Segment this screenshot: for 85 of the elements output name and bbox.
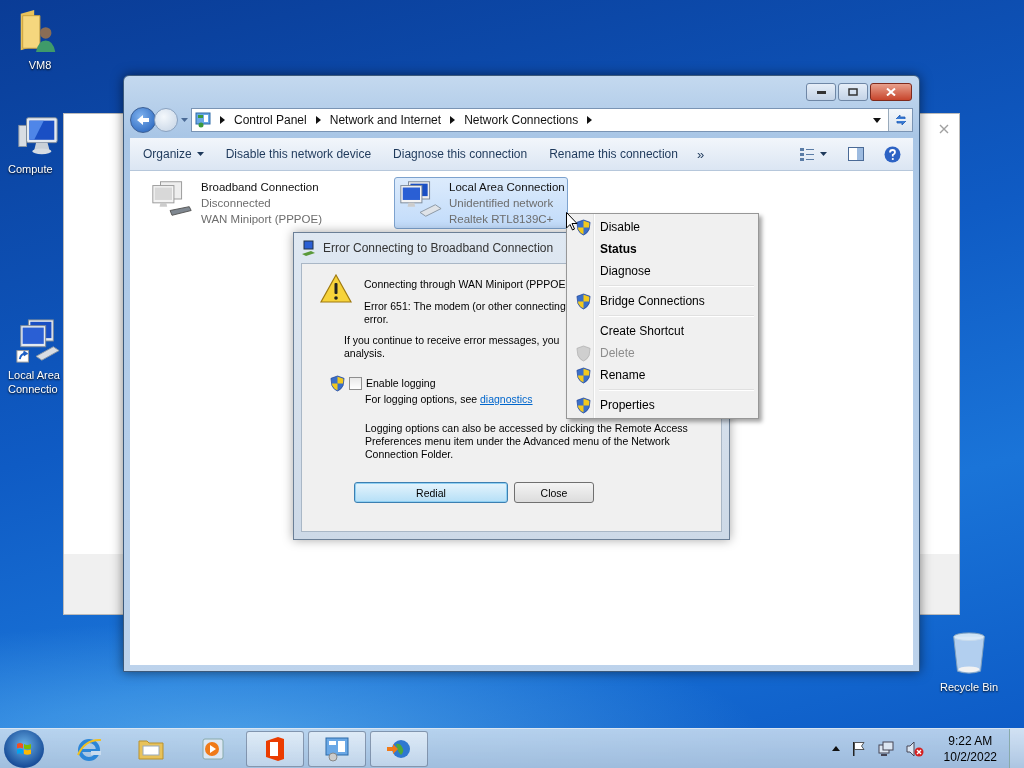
shield-icon <box>330 375 345 392</box>
chevron-right-icon[interactable] <box>450 116 456 124</box>
shield-icon <box>575 366 591 384</box>
shield-icon <box>575 292 591 310</box>
connection-item[interactable]: Broadband Connection Disconnected WAN Miniport (PPPOE) <box>146 177 380 229</box>
connection-device: Realtek RTL8139C+ <box>449 212 555 227</box>
flag-icon[interactable] <box>851 741 866 756</box>
connection-name: Local Area Connection <box>449 180 565 195</box>
breadcrumb[interactable]: Network and Internet <box>329 113 442 127</box>
shield-icon <box>575 396 591 414</box>
more-commands-button[interactable]: » <box>690 141 711 167</box>
view-list-icon <box>800 147 828 161</box>
chevron-right-icon[interactable] <box>220 116 225 124</box>
toolbar-button[interactable]: Diagnose this connection <box>384 141 537 167</box>
desktop-icon-label[interactable]: Local Area <box>8 368 60 382</box>
dropdown-caret-icon[interactable] <box>873 117 881 123</box>
refresh-button[interactable] <box>888 109 912 131</box>
control-panel-icon <box>323 734 351 763</box>
shield-icon <box>575 218 591 236</box>
clock-time[interactable]: 9:22 AM <box>948 732 993 749</box>
menu-item[interactable]: Properties <box>569 394 756 416</box>
close-icon[interactable] <box>939 124 949 134</box>
help-icon <box>884 145 901 163</box>
shield-icon <box>575 344 591 362</box>
chevron-right-icon[interactable] <box>315 116 321 124</box>
menu-item[interactable]: Diagnose <box>569 260 756 282</box>
error-message: Error 651: The modem (or other connecting <box>364 300 566 313</box>
toolbar-button[interactable]: Disable this network device <box>216 141 381 167</box>
dropdown-caret-icon <box>196 152 204 156</box>
connection-item[interactable]: Local Area Connection Unidentified network Realtek RTL8139C+ <box>394 177 568 229</box>
dialog-button[interactable]: Close <box>514 482 594 503</box>
error-message: error. <box>364 313 389 326</box>
network-computers-icon <box>397 179 443 219</box>
dialog-button[interactable]: Redial <box>354 482 508 503</box>
desktop-icon-label[interactable]: VM8 <box>28 58 52 72</box>
advice-text: analysis. <box>344 347 385 360</box>
menu-item[interactable]: Rename <box>569 364 756 386</box>
dialog-message: Connecting through WAN Miniport (PPPOE <box>364 278 566 291</box>
desktop-icon-label[interactable]: Connectio <box>8 382 58 396</box>
address-bar[interactable]: Control Panel Network and Internet Network Connections <box>191 108 913 132</box>
connection-status: Disconnected <box>201 196 272 211</box>
maximize-icon <box>848 88 858 96</box>
network-icon[interactable] <box>877 740 894 757</box>
menu-item[interactable]: Status <box>569 238 756 260</box>
control-panel-icon <box>195 112 211 128</box>
network-computers-icon <box>149 179 195 219</box>
diagnostics-link[interactable]: diagnostics <box>480 393 533 405</box>
taskbar-button[interactable] <box>370 730 428 767</box>
breadcrumb[interactable]: Control Panel <box>234 113 307 127</box>
close-button[interactable] <box>870 83 912 101</box>
desktop-icon-label[interactable]: Recycle Bin <box>940 680 999 694</box>
dial-up-icon <box>301 240 317 256</box>
windows-logo-icon <box>16 740 32 757</box>
advice-text: If you continue to receive error messages, you <box>344 334 560 347</box>
start-button[interactable] <box>4 729 44 768</box>
checkbox[interactable] <box>349 377 362 390</box>
back-button[interactable] <box>130 107 156 133</box>
maximize-button[interactable] <box>838 83 868 101</box>
volume-muted-icon[interactable] <box>905 740 924 757</box>
preview-pane-icon <box>848 147 864 161</box>
desktop-icon-label[interactable]: Compute <box>8 162 53 176</box>
dialog-title: Error Connecting to Broadband Connection <box>323 241 554 255</box>
toolbar-button[interactable]: Rename this connection <box>540 141 687 167</box>
taskbar-button[interactable] <box>246 730 304 767</box>
network-shortcut-icon[interactable] <box>15 318 61 364</box>
checkbox-label[interactable]: Enable logging <box>366 377 436 390</box>
refresh-icon <box>893 113 908 127</box>
taskbar-button[interactable] <box>308 730 366 767</box>
logging-note: Logging options can also be accessed by clicking the Remote Access Preferences menu item under the Advanced menu of the Network Connection Folder. <box>365 422 689 461</box>
close-icon <box>886 88 896 96</box>
chevron-right-icon[interactable] <box>587 116 593 124</box>
show-hidden-icons-icon[interactable] <box>831 746 840 751</box>
back-arrow-icon <box>136 114 150 126</box>
connection-status: Unidentified network <box>449 196 555 211</box>
menu-item[interactable]: Create Shortcut <box>569 320 756 342</box>
warning-icon <box>320 274 352 304</box>
connection-device: WAN Miniport (PPPOE) <box>201 212 322 227</box>
menu-item[interactable]: Bridge Connections <box>569 290 756 312</box>
minimize-button[interactable] <box>806 83 836 101</box>
breadcrumb[interactable]: Network Connections <box>464 113 579 127</box>
clock-date[interactable]: 10/2/2022 <box>943 748 997 765</box>
connection-name: Broadband Connection <box>201 180 320 195</box>
mouse-cursor-icon <box>566 212 578 231</box>
minimize-icon <box>816 90 826 94</box>
toolbar-button[interactable]: Organize <box>134 141 213 167</box>
